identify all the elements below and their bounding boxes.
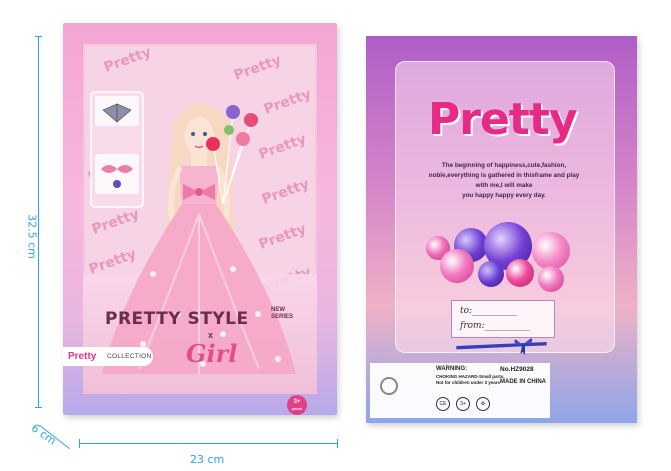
width-arrow-left bbox=[79, 439, 80, 448]
desc-line: The beginning of happiness,cute,fashion, bbox=[441, 162, 567, 169]
made-in: MADE IN CHINA bbox=[500, 379, 546, 385]
warning-text: CHOKING HAZARD-Small parts. bbox=[436, 374, 505, 379]
front-window: Pretty Pretty Pretty Pretty Pretty Prett… bbox=[83, 44, 317, 394]
back-title: Pretty bbox=[428, 94, 578, 145]
age-warning-icon: 3+ bbox=[456, 397, 470, 411]
girl-label: Girl bbox=[186, 339, 238, 368]
depth-label: 6 cm bbox=[28, 421, 59, 448]
warning-title: WARNING: bbox=[436, 366, 467, 372]
height-arrow-bottom bbox=[35, 407, 42, 408]
back-box: Pretty The beginning of happiness,cute,f… bbox=[366, 36, 637, 423]
collection-label: COLLECTION bbox=[107, 353, 152, 360]
recycle-icon: ♻ bbox=[476, 397, 490, 411]
desc-line: with me,I will make bbox=[475, 182, 533, 189]
age-unit: years bbox=[291, 406, 303, 411]
back-description: The beginning of happiness,cute,fashion,… bbox=[406, 161, 602, 201]
info-panel: WARNING: CHOKING HAZARD-Small parts. Not… bbox=[370, 363, 550, 418]
brand-name: Pretty bbox=[68, 351, 97, 362]
width-dimension-line bbox=[79, 443, 337, 444]
logo-icon bbox=[380, 377, 398, 395]
bubble bbox=[532, 232, 570, 270]
model-number: No.HZ9028 bbox=[500, 366, 534, 373]
height-label: 32.5 cm bbox=[25, 214, 39, 259]
desc-line: noble,everything is gathered in thisfram… bbox=[428, 172, 580, 179]
width-label: 23 cm bbox=[190, 453, 225, 466]
age-value: 3+ bbox=[293, 399, 301, 405]
ce-icon: CE bbox=[436, 397, 450, 411]
gift-tag: to:__________ from:__________ bbox=[451, 300, 555, 338]
product-title: PRETTY STYLE bbox=[105, 309, 249, 329]
warning-text-2: Not for children under 3 years bbox=[436, 380, 501, 385]
from-field: from:__________ bbox=[460, 321, 530, 331]
to-field: to:__________ bbox=[460, 306, 518, 316]
new-series-label: NEW SERIES bbox=[271, 307, 294, 320]
bubble bbox=[538, 266, 564, 292]
age-badge: 3+ years bbox=[287, 395, 307, 415]
height-arrow-top bbox=[35, 36, 42, 37]
bubble bbox=[478, 261, 504, 287]
desc-line: you happy happy every day. bbox=[462, 192, 546, 199]
ribbon-decoration bbox=[456, 338, 547, 356]
bubble bbox=[506, 259, 534, 287]
width-arrow-right bbox=[337, 439, 338, 448]
front-box: Pretty Pretty Pretty Pretty Pretty Prett… bbox=[63, 23, 337, 415]
bubble bbox=[440, 249, 474, 283]
